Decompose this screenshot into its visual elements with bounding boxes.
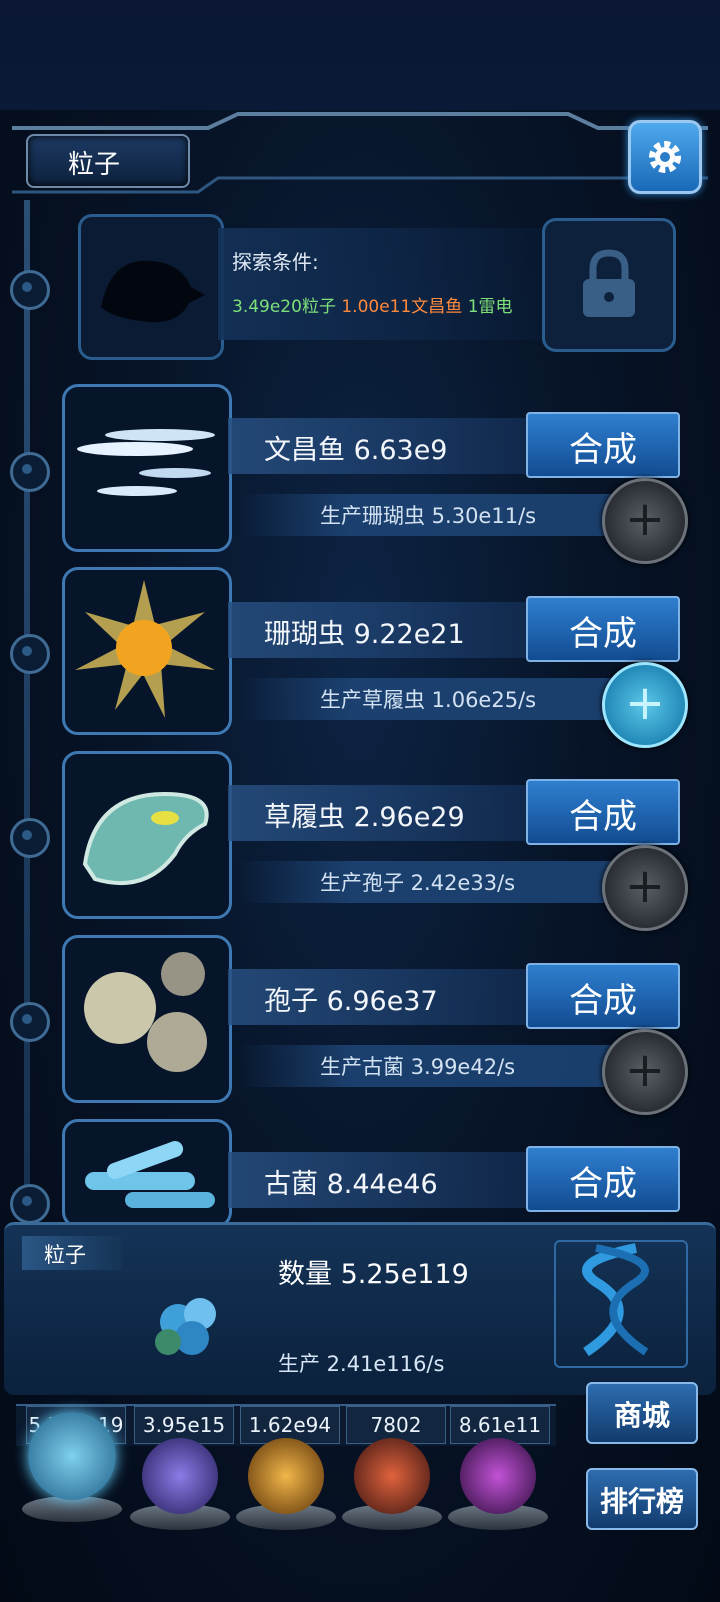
dna-frame bbox=[554, 1240, 688, 1368]
production-text: 生产古菌 3.99e42/s bbox=[320, 1055, 516, 1079]
starfield-background bbox=[0, 0, 720, 110]
upgrade-plus-button[interactable]: + bbox=[602, 845, 688, 931]
synthesize-button[interactable]: 合成 bbox=[526, 1146, 680, 1212]
unit-name: 文昌鱼 6.63e9 bbox=[264, 435, 448, 466]
unit-name: 珊瑚虫 9.22e21 bbox=[264, 619, 465, 650]
archaea-icon bbox=[85, 1141, 215, 1208]
leaderboard-button[interactable]: 排行榜 bbox=[586, 1468, 698, 1530]
coral-icon bbox=[75, 580, 215, 718]
explore-requirements: 3.49e20粒子 1.00e11文昌鱼 1雷电 bbox=[232, 292, 513, 317]
plus-icon: + bbox=[624, 491, 666, 547]
coral-card[interactable] bbox=[62, 567, 232, 735]
spore-card[interactable] bbox=[62, 935, 232, 1103]
unit-name: 古菌 8.44e46 bbox=[264, 1169, 438, 1200]
synthesize-button[interactable]: 合成 bbox=[526, 596, 680, 662]
particle-count: 数量 5.25e119 bbox=[278, 1259, 469, 1290]
lancelet-card[interactable] bbox=[62, 384, 232, 552]
padlock-icon bbox=[583, 249, 635, 317]
requirement-2: 1.00e11文昌鱼 bbox=[341, 297, 463, 317]
production-text: 生产草履虫 1.06e25/s bbox=[320, 688, 537, 712]
particle-cluster-icon bbox=[155, 1298, 216, 1355]
star-orb-button[interactable] bbox=[248, 1438, 324, 1514]
silhouette-icon bbox=[101, 260, 205, 323]
particle-orb-button[interactable] bbox=[28, 1412, 116, 1500]
synthesize-button[interactable]: 合成 bbox=[526, 779, 680, 845]
paramecium-card[interactable] bbox=[62, 751, 232, 919]
lancelet-icon bbox=[77, 429, 215, 496]
production-text: 生产珊瑚虫 5.30e11/s bbox=[320, 504, 537, 528]
synthesize-label: 合成 bbox=[569, 797, 637, 837]
settings-button[interactable] bbox=[628, 120, 702, 194]
summary-tag: 粒子 bbox=[22, 1236, 122, 1270]
page-title: 粒子 bbox=[68, 150, 121, 180]
summary-tag-label: 粒子 bbox=[44, 1243, 86, 1267]
lightning-orb-button[interactable] bbox=[142, 1438, 218, 1514]
rail-node bbox=[10, 1002, 50, 1042]
archaea-card[interactable] bbox=[62, 1119, 232, 1228]
gear-icon bbox=[649, 141, 681, 173]
paramecium-icon bbox=[82, 791, 209, 886]
plus-icon: + bbox=[624, 1042, 666, 1098]
vortex-orb-button[interactable] bbox=[460, 1438, 536, 1514]
particle-production: 生产 2.41e116/s bbox=[278, 1352, 445, 1376]
rail-node bbox=[10, 1184, 50, 1224]
synthesize-button[interactable]: 合成 bbox=[526, 412, 680, 478]
dna-icon bbox=[582, 1243, 649, 1357]
explore-condition-title: 探索条件: bbox=[232, 250, 319, 274]
production-text: 生产孢子 2.42e33/s bbox=[320, 871, 516, 895]
rail-node bbox=[10, 818, 50, 858]
progress-rail bbox=[24, 200, 30, 1230]
unlock-button[interactable] bbox=[542, 218, 676, 352]
locked-info-bar bbox=[218, 228, 548, 340]
spore-icon bbox=[84, 952, 207, 1072]
unit-name: 草履虫 2.96e29 bbox=[264, 802, 465, 833]
shop-label: 商城 bbox=[613, 1399, 670, 1432]
synthesize-label: 合成 bbox=[569, 614, 637, 654]
upgrade-plus-button[interactable]: + bbox=[602, 662, 688, 748]
upgrade-plus-button[interactable]: + bbox=[602, 1029, 688, 1115]
plus-icon: + bbox=[624, 858, 666, 914]
synthesize-label: 合成 bbox=[569, 430, 637, 470]
plus-icon: + bbox=[624, 675, 666, 731]
rail-node bbox=[10, 452, 50, 492]
synthesize-label: 合成 bbox=[569, 1164, 637, 1204]
brain-orb-button[interactable] bbox=[354, 1438, 430, 1514]
rail-node bbox=[10, 634, 50, 674]
unit-name: 孢子 6.96e37 bbox=[264, 986, 438, 1017]
synthesize-label: 合成 bbox=[569, 981, 637, 1021]
shop-button[interactable]: 商城 bbox=[586, 1382, 698, 1444]
requirement-3: 1雷电 bbox=[467, 297, 513, 317]
requirement-1: 3.49e20粒子 bbox=[232, 297, 336, 317]
rail-lock-node bbox=[10, 270, 50, 310]
synthesize-button[interactable]: 合成 bbox=[526, 963, 680, 1029]
leaderboard-label: 排行榜 bbox=[599, 1485, 684, 1518]
page-title-tab: 粒子 bbox=[26, 134, 190, 188]
upgrade-plus-button[interactable]: + bbox=[602, 478, 688, 564]
locked-creature-card bbox=[78, 214, 224, 360]
